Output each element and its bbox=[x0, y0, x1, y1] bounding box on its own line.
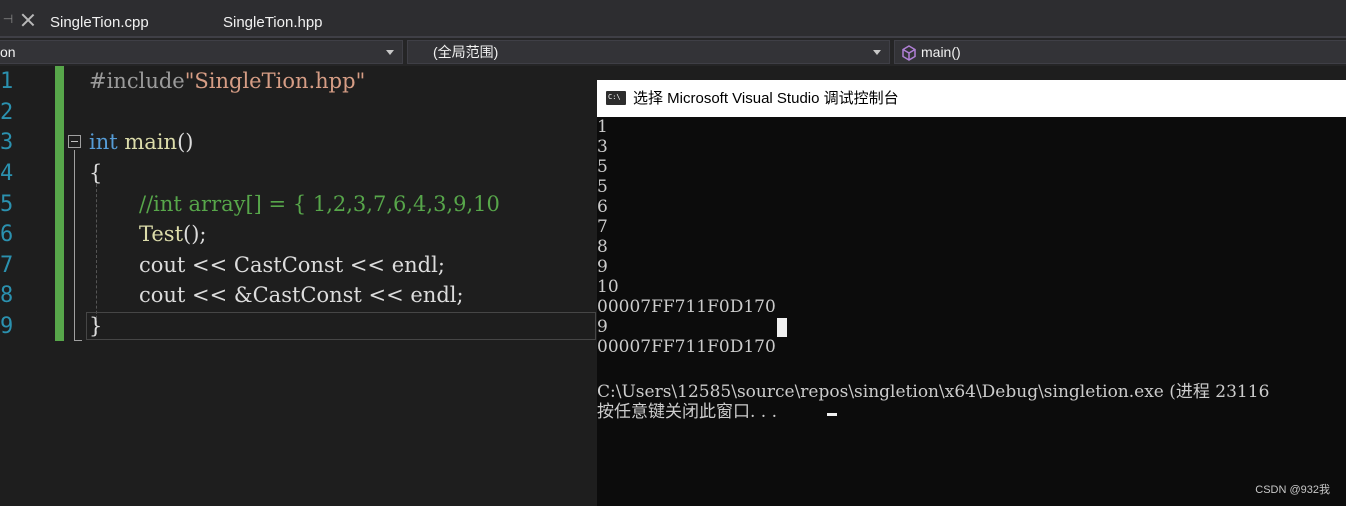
line-number: 6 bbox=[0, 222, 14, 247]
chevron-down-icon bbox=[873, 50, 881, 55]
line-number: 3 bbox=[0, 130, 14, 155]
console-title-bar[interactable]: 选择 Microsoft Visual Studio 调试控制台 bbox=[597, 79, 1346, 117]
code-line-4: { bbox=[89, 161, 103, 185]
line-number: 9 bbox=[0, 314, 14, 339]
project-scope-dropdown[interactable]: on bbox=[0, 40, 403, 64]
current-line-highlight bbox=[86, 312, 596, 340]
line-number: 5 bbox=[0, 192, 14, 217]
fold-guide-line bbox=[74, 150, 75, 340]
output-line: 00007FF711F0D170 bbox=[597, 337, 776, 357]
debug-console-window[interactable]: 选择 Microsoft Visual Studio 调试控制台 1 3 5 5… bbox=[597, 79, 1346, 506]
fold-guide-end bbox=[74, 340, 82, 341]
output-line: 10 bbox=[597, 277, 619, 297]
output-line: 6 bbox=[597, 197, 608, 217]
text-caret bbox=[777, 318, 787, 337]
line-number: 2 bbox=[0, 100, 14, 125]
code-line-6: Test(); bbox=[139, 222, 207, 246]
line-number: 1 bbox=[0, 69, 14, 94]
function-scope-label: main() bbox=[921, 44, 961, 60]
global-scope-label: (全局范围) bbox=[433, 44, 499, 60]
line-number: 7 bbox=[0, 253, 14, 278]
tab-bar: ⊣ SingleTion.cpp SingleTion.hpp bbox=[0, 0, 1346, 38]
navigation-bar: on (全局范围) main() bbox=[0, 38, 1346, 66]
code-line-7: cout << CastConst << endl; bbox=[139, 253, 445, 277]
parens: () bbox=[177, 130, 194, 154]
call-rest: (); bbox=[183, 222, 207, 246]
line-number-gutter: 1 2 3 4 5 6 7 8 9 bbox=[0, 66, 16, 506]
code-line-5-comment: //int array[] = { 1,2,3,7,6,4,3,9,10 bbox=[139, 192, 500, 216]
output-line: 00007FF711F0D170 bbox=[597, 297, 776, 317]
output-line: 5 bbox=[597, 177, 608, 197]
code-line-8: cout << &CastConst << endl; bbox=[139, 283, 464, 307]
console-cursor bbox=[827, 413, 837, 416]
function-name: main bbox=[124, 130, 178, 154]
line-number: 8 bbox=[0, 283, 14, 308]
global-scope-dropdown[interactable]: (全局范围) bbox=[407, 40, 890, 64]
console-app-icon bbox=[606, 79, 626, 116]
output-line: 7 bbox=[597, 217, 608, 237]
code-line-3: int main() bbox=[89, 130, 193, 154]
collapse-icon[interactable] bbox=[68, 135, 81, 148]
code-line-9: } bbox=[89, 314, 103, 338]
call-name: Test bbox=[139, 222, 184, 246]
output-line: 9 bbox=[597, 317, 608, 337]
output-line: 按任意键关闭此窗口. . . bbox=[597, 402, 778, 422]
close-tab-icon[interactable] bbox=[20, 12, 36, 28]
include-directive: #include bbox=[89, 69, 185, 93]
output-line: 9 bbox=[597, 257, 608, 277]
function-scope-dropdown[interactable]: main() bbox=[894, 40, 1346, 64]
project-scope-label: on bbox=[0, 44, 16, 60]
code-line-1: #include"SingleTion.hpp" bbox=[89, 69, 365, 93]
tab-singletion-hpp[interactable]: SingleTion.hpp bbox=[223, 0, 323, 38]
output-line: 8 bbox=[597, 237, 608, 257]
output-line: 5 bbox=[597, 157, 608, 177]
output-line: 1 bbox=[597, 117, 608, 137]
keyword-int: int bbox=[89, 130, 118, 154]
chevron-down-icon bbox=[386, 50, 394, 55]
watermark: CSDN @932我 bbox=[1255, 484, 1330, 496]
include-path: "SingleTion.hpp" bbox=[184, 69, 366, 93]
method-cube-icon bbox=[902, 45, 916, 61]
tab-singletion-cpp[interactable]: SingleTion.cpp bbox=[50, 0, 149, 38]
line-number: 4 bbox=[0, 161, 14, 186]
console-title: 选择 Microsoft Visual Studio 调试控制台 bbox=[633, 90, 899, 107]
change-tracking-bar bbox=[55, 66, 64, 341]
output-line: 3 bbox=[597, 137, 608, 157]
pin-icon[interactable]: ⊣ bbox=[0, 0, 16, 38]
